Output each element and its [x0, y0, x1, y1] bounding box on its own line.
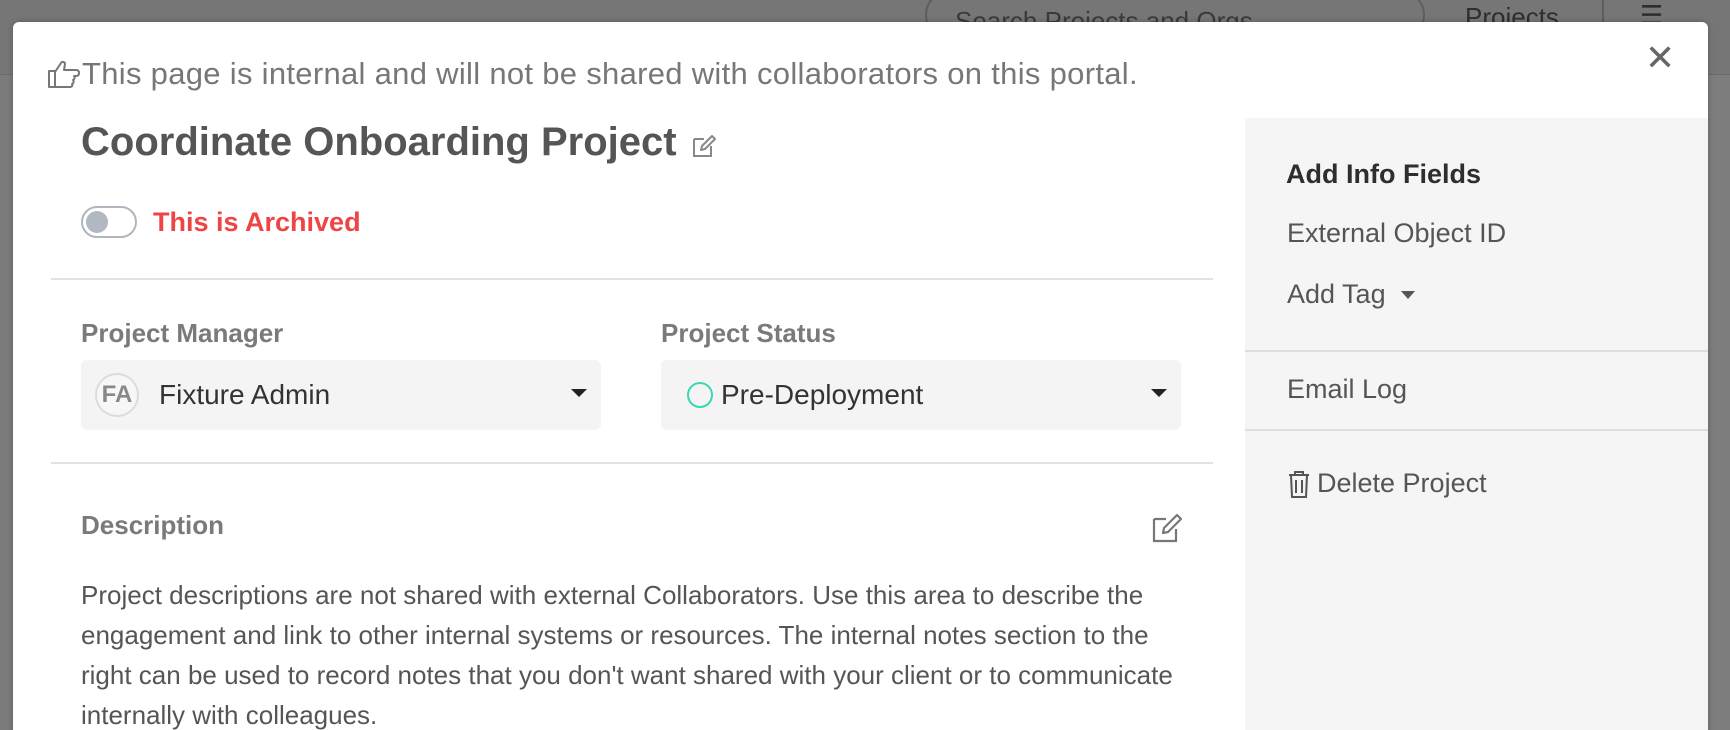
description-text[interactable]: Project descriptions are not shared with…	[81, 575, 1181, 730]
banner-text: This page is internal and will not be sh…	[82, 56, 1138, 91]
delete-project-label: Delete Project	[1317, 468, 1487, 498]
edit-description-icon[interactable]	[1150, 511, 1184, 545]
trash-icon	[1289, 470, 1309, 498]
project-manager-select[interactable]: FA Fixture Admin	[81, 360, 601, 430]
project-status-select[interactable]: Pre-Deployment	[661, 360, 1181, 430]
project-modal: This page is internal and will not be sh…	[13, 22, 1708, 730]
hand-pointing-icon	[48, 60, 80, 88]
avatar: FA	[95, 373, 139, 417]
divider	[51, 278, 1213, 280]
chevron-down-icon	[571, 389, 587, 397]
description-label: Description	[81, 510, 225, 540]
archive-label: This is Archived	[153, 206, 361, 237]
archive-toggle[interactable]	[81, 206, 137, 238]
project-status-value: Pre-Deployment	[721, 379, 924, 410]
add-tag-dropdown[interactable]: Add Tag	[1287, 279, 1416, 310]
project-title: Coordinate Onboarding Project	[81, 120, 717, 165]
divider	[1245, 350, 1708, 352]
side-panel: Add Info Fields External Object ID Add T…	[1245, 118, 1708, 730]
project-manager-label: Project Manager	[81, 318, 284, 348]
external-object-id-label: External Object ID	[1287, 218, 1507, 248]
divider	[1245, 429, 1708, 431]
close-button[interactable]: ✕	[1645, 40, 1675, 76]
delete-project-button[interactable]: Delete Project	[1287, 468, 1487, 499]
email-log-link[interactable]: Email Log	[1287, 374, 1407, 405]
project-title-text: Coordinate Onboarding Project	[81, 120, 677, 164]
project-status-label: Project Status	[661, 318, 836, 348]
external-object-id-link[interactable]: External Object ID	[1287, 218, 1506, 249]
chevron-down-icon	[1400, 290, 1415, 299]
add-tag-label: Add Tag	[1287, 279, 1386, 309]
email-log-label: Email Log	[1287, 374, 1408, 404]
divider	[51, 462, 1213, 464]
archive-toggle-knob	[86, 211, 108, 233]
status-circle-icon	[687, 382, 713, 408]
archive-row: This is Archived	[81, 206, 361, 238]
background-left-strip	[0, 75, 14, 730]
add-info-fields-heading: Add Info Fields	[1286, 159, 1481, 189]
internal-banner: This page is internal and will not be sh…	[46, 56, 1138, 92]
edit-title-icon[interactable]	[691, 133, 717, 159]
chevron-down-icon	[1151, 389, 1167, 397]
project-manager-value: Fixture Admin	[159, 379, 331, 410]
